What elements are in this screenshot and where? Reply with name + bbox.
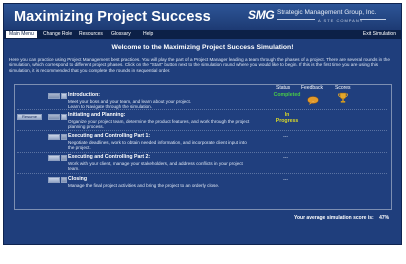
menu-bar: Main Menu Change Role Resources Glossary… <box>4 30 401 39</box>
round-5-desc: Manage the final project activities and … <box>68 183 220 188</box>
round-1-review-button[interactable] <box>61 93 67 99</box>
logo-mark: SMG <box>248 8 275 22</box>
row-divider <box>17 130 387 131</box>
round-3-review-button[interactable] <box>61 134 67 140</box>
round-3-name: Executing and Controlling Part 1: <box>68 133 151 139</box>
menu-help[interactable]: Help <box>140 31 156 38</box>
round-3-status: --- <box>283 134 288 140</box>
average-score-label: Your average simulation score is: <box>294 215 374 221</box>
round-3-start-button[interactable] <box>48 134 60 140</box>
round-2-status-2: Progress <box>275 118 299 124</box>
round-3-desc-2: the project. <box>68 145 91 150</box>
menu-resources[interactable]: Resources <box>76 31 106 38</box>
simulation-window: Maximizing Project Success SMG Strategic… <box>3 3 402 245</box>
feedback-icon[interactable]: ... <box>307 92 319 110</box>
round-4-status: --- <box>283 155 288 161</box>
row-divider <box>17 152 387 153</box>
smg-logo: SMG Strategic Management Group, Inc. A S… <box>248 7 394 29</box>
average-score-value: 47% <box>379 215 390 221</box>
round-1-status: Completed <box>273 92 301 98</box>
round-1-start-button[interactable] <box>48 93 60 99</box>
trophy-icon[interactable] <box>337 91 349 109</box>
round-2-resume-button[interactable]: Resume <box>17 114 42 120</box>
column-feedback: Feedback <box>301 85 323 91</box>
round-2-review-button[interactable] <box>61 114 67 120</box>
column-status: Status <box>276 85 291 91</box>
row-divider <box>17 173 387 174</box>
svg-text:...: ... <box>312 98 315 102</box>
exit-simulation-button[interactable]: Exit Simulation <box>360 31 399 38</box>
logo-company-name: Strategic Management Group, Inc. <box>277 9 377 16</box>
round-5-name: Closing <box>68 176 88 182</box>
welcome-heading: Welcome to the Maximizing Project Succes… <box>111 44 294 51</box>
round-4-name: Executing and Controlling Part 2: <box>68 154 151 160</box>
menu-main-menu[interactable]: Main Menu <box>6 31 37 38</box>
round-4-start-button[interactable] <box>48 155 60 161</box>
round-2-desc-2: planning process. <box>68 124 105 129</box>
logo-rule-left <box>277 19 315 20</box>
round-5-status: --- <box>283 177 288 183</box>
logo-subtitle: A STE COMPANY <box>318 18 364 23</box>
round-2-start-button[interactable] <box>48 114 60 120</box>
app-header: Maximizing Project Success SMG Strategic… <box>4 4 401 30</box>
round-4-review-button[interactable] <box>61 155 67 161</box>
round-5-review-button[interactable] <box>61 177 67 183</box>
menu-glossary[interactable]: Glossary <box>108 31 134 38</box>
row-divider <box>17 109 387 110</box>
app-title: Maximizing Project Success <box>14 9 211 25</box>
round-5-start-button[interactable] <box>48 177 60 183</box>
round-1-name: Introduction: <box>68 92 100 98</box>
round-2-name: Initiating and Planning: <box>68 112 126 118</box>
intro-text: Here you can practice using Project Mana… <box>9 57 390 73</box>
menu-change-role[interactable]: Change Role <box>40 31 75 38</box>
round-4-desc-2: team. <box>68 166 80 171</box>
logo-rule-right <box>360 19 386 20</box>
average-score: Your average simulation score is: 47% <box>294 215 389 221</box>
